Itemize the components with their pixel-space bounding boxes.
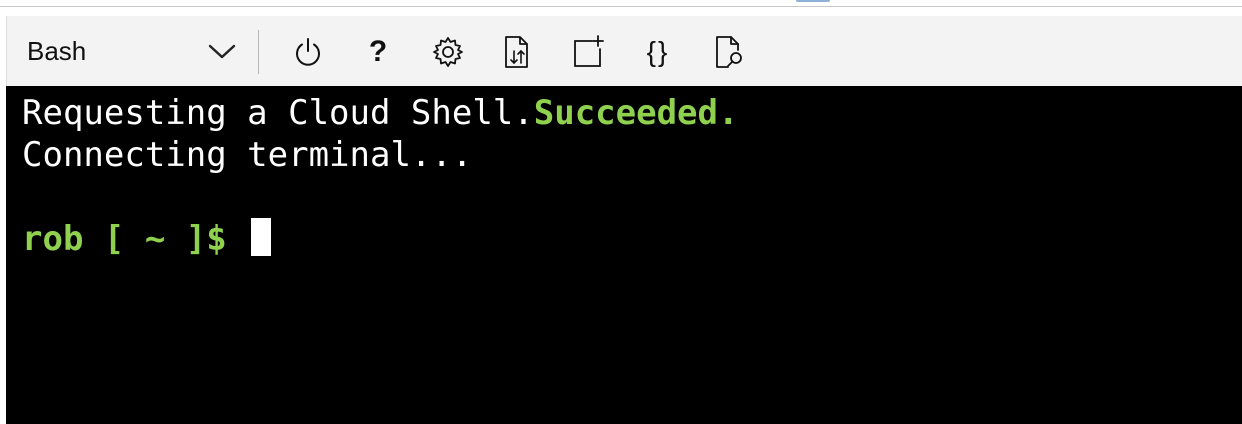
cloud-shell-window: Bash ? {} Requesting a Cloud Shell.Succe… xyxy=(0,0,1242,424)
partial-icon xyxy=(796,0,830,2)
power-icon xyxy=(292,36,324,68)
shell-type-dropdown[interactable]: Bash xyxy=(19,16,241,86)
file-preview-icon xyxy=(712,34,748,70)
new-session-icon xyxy=(570,34,606,70)
restart-button[interactable] xyxy=(288,32,328,72)
terminal-prompt-line[interactable]: rob [ ~ ]$ xyxy=(22,218,272,260)
file-transfer-icon xyxy=(501,34,535,70)
braces-icon: {} xyxy=(646,36,670,67)
top-edge xyxy=(0,0,1242,7)
shell-toolbar: Bash ? {} xyxy=(6,16,1242,86)
chevron-down-icon xyxy=(207,38,237,64)
help-button[interactable]: ? xyxy=(358,32,398,72)
settings-button[interactable] xyxy=(428,32,468,72)
terminal-line-connecting: Connecting terminal... xyxy=(22,135,473,175)
request-text: Requesting a Cloud Shell. xyxy=(22,93,534,133)
shell-type-label: Bash xyxy=(27,36,87,66)
editor-button[interactable]: {} xyxy=(638,32,678,72)
upload-download-button[interactable] xyxy=(498,32,538,72)
toolbar-divider xyxy=(258,30,259,74)
new-session-button[interactable] xyxy=(568,32,608,72)
status-succeeded: Succeeded. xyxy=(533,93,739,133)
web-preview-button[interactable] xyxy=(710,32,750,72)
terminal-line-request: Requesting a Cloud Shell.Succeeded. xyxy=(22,92,738,134)
gear-icon xyxy=(431,35,465,69)
text-cursor xyxy=(251,218,272,256)
terminal-pane[interactable]: Requesting a Cloud Shell.Succeeded. Conn… xyxy=(6,86,1242,424)
help-icon: ? xyxy=(368,35,388,68)
shell-prompt: rob [ ~ ]$ xyxy=(22,219,248,259)
